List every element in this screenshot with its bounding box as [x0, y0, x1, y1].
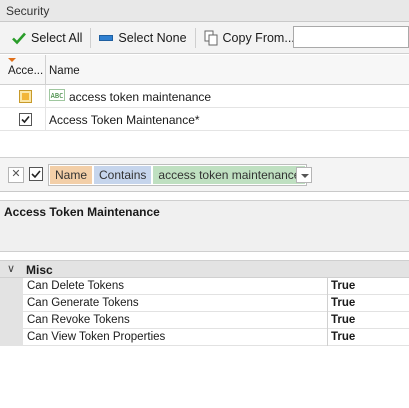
property-value[interactable]: True: [331, 331, 355, 343]
column-access-label: Acce...: [8, 65, 44, 77]
property-row[interactable]: Can Delete Tokens True: [0, 278, 409, 295]
row-name-cell: Access Token Maintenance*: [49, 113, 200, 127]
property-name: Can View Token Properties: [23, 329, 328, 346]
row-access-cell: [0, 108, 46, 131]
toolbar-separator: [194, 27, 196, 48]
column-header-name[interactable]: Name: [49, 65, 80, 77]
select-all-label: Select All: [31, 30, 83, 45]
property-value[interactable]: True: [331, 297, 355, 309]
property-row[interactable]: Can Revoke Tokens True: [0, 312, 409, 329]
panel-header: Security: [0, 0, 409, 22]
property-row[interactable]: Can Generate Tokens True: [0, 295, 409, 312]
filter-row-text: access token maintenance: [69, 90, 212, 104]
toolbar-search-input[interactable]: [293, 26, 409, 48]
deselect-icon: [99, 34, 114, 41]
row-name-text: Access Token Maintenance*: [49, 113, 200, 127]
copy-from-button[interactable]: Copy From...: [198, 25, 301, 51]
filter-field-chip[interactable]: Name: [50, 166, 93, 184]
property-gutter: [0, 312, 23, 329]
filter-row[interactable]: ABC access token maintenance: [0, 85, 409, 108]
permissions-grid: Acce... Name ABC access token maintenanc…: [0, 55, 409, 159]
property-name: Can Delete Tokens: [23, 278, 328, 295]
property-gutter: [0, 329, 23, 346]
filter-indicator-icon: [8, 58, 16, 62]
description-title: Access Token Maintenance: [4, 205, 160, 219]
column-name-label: Name: [49, 65, 80, 77]
select-none-button[interactable]: Select None: [93, 25, 192, 51]
filter-row-access-cell: [0, 85, 46, 108]
chevron-down-icon[interactable]: ∨: [7, 262, 15, 275]
property-row[interactable]: Can View Token Properties True: [0, 329, 409, 346]
property-grid: ∨ Misc Can Delete Tokens True Can Genera…: [0, 260, 409, 408]
property-value[interactable]: True: [331, 280, 355, 292]
text-filter-icon: ABC: [49, 88, 65, 101]
property-name: Can Revoke Tokens: [23, 312, 328, 329]
enable-filter-checkbox[interactable]: [29, 167, 43, 181]
property-gutter: [0, 295, 23, 312]
select-none-label: Select None: [118, 30, 187, 45]
property-gutter: [0, 278, 23, 295]
filter-operator-chip[interactable]: Contains: [94, 166, 152, 184]
column-header-access[interactable]: Acce...: [0, 55, 46, 85]
property-category-misc[interactable]: ∨ Misc: [0, 261, 409, 278]
property-value[interactable]: True: [331, 314, 355, 326]
filter-bar: ✕ Name Contains access token maintenance: [0, 157, 409, 192]
filter-expression[interactable]: Name Contains access token maintenance: [48, 164, 308, 186]
filter-row-name-cell[interactable]: ABC access token maintenance: [49, 88, 212, 104]
copy-from-label: Copy From...: [222, 30, 295, 45]
filter-value-chip[interactable]: access token maintenance: [153, 166, 306, 184]
clear-filter-icon[interactable]: ✕: [8, 167, 24, 183]
filter-dropdown-button[interactable]: [296, 167, 312, 183]
copy-icon: [204, 30, 218, 45]
access-checkbox[interactable]: [19, 113, 32, 126]
toolbar: Select All Select None Copy From...: [0, 22, 409, 54]
property-name: Can Generate Tokens: [23, 295, 328, 312]
panel-title: Security: [6, 4, 50, 18]
checkmark-icon: [12, 32, 26, 44]
description-panel: Access Token Maintenance: [0, 200, 409, 252]
table-row[interactable]: Access Token Maintenance*: [0, 108, 409, 131]
checkmark-icon: [21, 115, 30, 124]
toolbar-separator: [90, 27, 92, 48]
grid-header: Acce... Name: [0, 55, 409, 85]
checkmark-icon: [31, 170, 41, 179]
select-all-button[interactable]: Select All: [6, 25, 88, 51]
indeterminate-checkbox[interactable]: [19, 90, 32, 103]
category-label: Misc: [26, 263, 53, 277]
